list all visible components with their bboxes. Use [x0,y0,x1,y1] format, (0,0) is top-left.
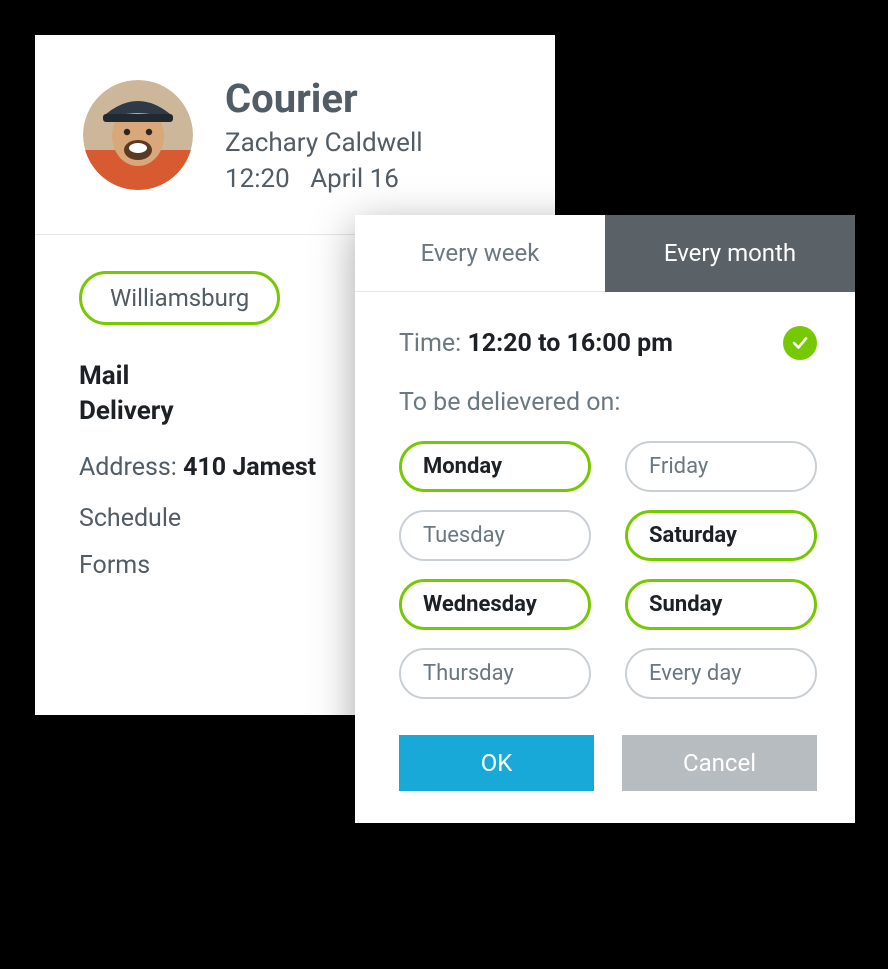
tab-every-week[interactable]: Every week [355,215,605,292]
day-tuesday[interactable]: Tuesday [399,510,591,561]
dialog-buttons: OK Cancel [399,735,817,791]
task-title-line2: Delivery [79,396,174,426]
route-chip[interactable]: Williamsburg [79,271,280,325]
day-saturday[interactable]: Saturday [625,510,817,561]
task-title-line1: Mail [79,361,129,391]
day-sunday[interactable]: Sunday [625,579,817,630]
time-suffix: pm [637,329,673,358]
days-grid: Monday Friday Tuesday Saturday Wednesday… [399,441,817,699]
courier-name: Zachary Caldwell [225,128,423,158]
address-label: Address: [79,453,177,482]
day-every-day[interactable]: Every day [625,648,817,699]
courier-title: Courier [225,75,423,122]
tab-every-month[interactable]: Every month [605,215,855,292]
checkmark-icon [783,326,817,360]
deliver-on-label: To be delievered on: [399,388,817,417]
cancel-button[interactable]: Cancel [622,735,817,791]
courier-timestamp: 12:20 April 16 [225,164,423,194]
frequency-tabs: Every week Every month [355,215,855,292]
time-row: Time: 12:20 to 16:00 pm [399,326,817,360]
time-from: 12:20 [467,329,531,358]
courier-header: Courier Zachary Caldwell 12:20 April 16 [35,35,555,235]
address-value: 410 Jamest [183,453,316,482]
courier-heading-block: Courier Zachary Caldwell 12:20 April 16 [225,75,423,194]
time-to: 16:00 [567,329,631,358]
avatar [83,80,193,190]
courier-date: April 16 [310,164,399,194]
day-thursday[interactable]: Thursday [399,648,591,699]
schedule-body: Time: 12:20 to 16:00 pm To be delievered… [355,292,855,823]
ok-button[interactable]: OK [399,735,594,791]
time-to-word: to [538,329,560,358]
day-wednesday[interactable]: Wednesday [399,579,591,630]
schedule-card: Every week Every month Time: 12:20 to 16… [355,215,855,823]
day-monday[interactable]: Monday [399,441,591,492]
time-label: Time: [399,329,461,358]
day-friday[interactable]: Friday [625,441,817,492]
time-text: Time: 12:20 to 16:00 pm [399,329,673,358]
courier-time: 12:20 [225,164,290,194]
